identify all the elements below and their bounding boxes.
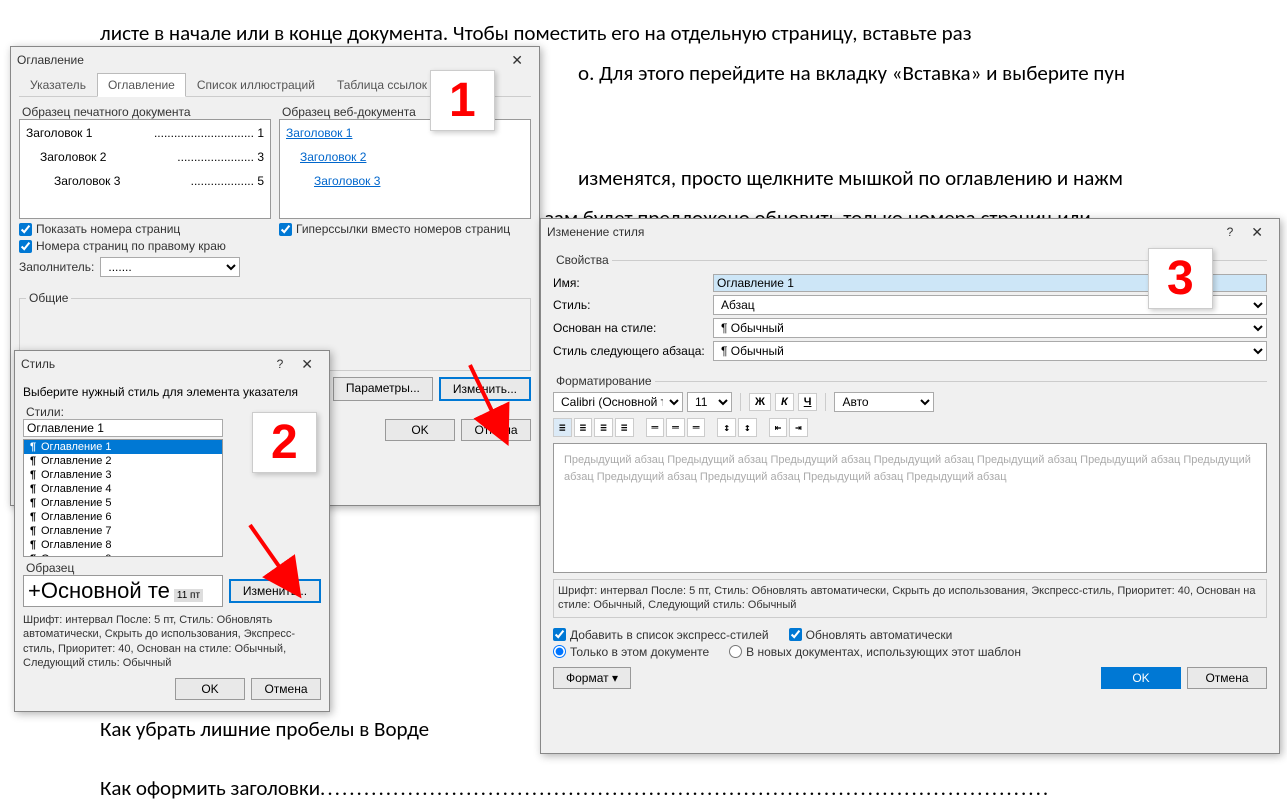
next-style-label: Стиль следующего абзаца: xyxy=(553,344,713,358)
space-before-dec-icon[interactable]: ↕ xyxy=(738,418,757,437)
style-type-label: Стиль: xyxy=(553,298,713,312)
chk-hyperlinks[interactable] xyxy=(279,223,292,236)
format-description: Шрифт: интервал После: 5 пт, Стиль: Обно… xyxy=(553,579,1267,618)
ok-button[interactable]: OK xyxy=(1101,667,1181,689)
print-preview: Заголовок 1.............................… xyxy=(19,119,271,219)
web-link: Заголовок 1 xyxy=(286,126,352,140)
align-center-icon[interactable]: ≡ xyxy=(574,418,593,437)
chk-quick-styles[interactable] xyxy=(553,628,566,641)
ok-button[interactable]: OK xyxy=(175,678,245,700)
radio-new-docs[interactable] xyxy=(729,645,742,658)
ok-button[interactable]: OK xyxy=(385,419,455,441)
based-on-select[interactable]: ¶ Обычный xyxy=(713,318,1267,338)
props-group: Свойства xyxy=(553,253,612,267)
align-left-icon[interactable]: ≡ xyxy=(553,418,572,437)
doc-line: изменятся, просто щелкните мышкой по огл… xyxy=(578,165,1123,191)
line-spacing-15-icon[interactable]: ═ xyxy=(666,418,685,437)
doc-line: листе в начале или в конце документа. Чт… xyxy=(100,20,972,46)
style-input[interactable] xyxy=(23,419,223,437)
filler-select[interactable]: ....... xyxy=(100,257,240,277)
marker-2: 2 xyxy=(252,412,317,473)
marker-1: 1 xyxy=(430,70,495,131)
close-icon[interactable]: ✕ xyxy=(501,52,533,69)
chk-auto-update-label: Обновлять автоматически xyxy=(806,628,953,642)
cancel-button[interactable]: Отмена xyxy=(1187,667,1267,689)
style-description: Шрифт: интервал После: 5 пт, Стиль: Обно… xyxy=(23,613,321,670)
size-select[interactable]: 11 xyxy=(687,392,732,412)
italic-button[interactable]: К xyxy=(775,393,794,411)
list-item[interactable]: ¶Оглавление 9 xyxy=(24,552,222,557)
list-item[interactable]: ¶Оглавление 2 xyxy=(24,454,222,468)
chk-show-pages[interactable] xyxy=(19,223,32,236)
radio-new-docs-label: В новых документах, использующих этот ша… xyxy=(746,645,1021,659)
list-item[interactable]: ¶Оглавление 1 xyxy=(24,440,222,454)
dialog-title: Изменение стиля xyxy=(547,225,644,239)
web-preview: Заголовок 1 Заголовок 2 Заголовок 3 xyxy=(279,119,531,219)
list-item[interactable]: ¶Оглавление 5 xyxy=(24,496,222,510)
close-icon[interactable]: ✕ xyxy=(291,356,323,373)
chk-hyperlinks-label: Гиперссылки вместо номеров страниц xyxy=(296,222,510,236)
arrow-icon xyxy=(240,520,310,598)
chk-right-align-label: Номера страниц по правому краю xyxy=(36,239,226,253)
radio-this-doc-label: Только в этом документе xyxy=(570,645,709,659)
space-before-inc-icon[interactable]: ↕ xyxy=(717,418,736,437)
align-justify-icon[interactable]: ≡ xyxy=(615,418,634,437)
list-item[interactable]: ¶Оглавление 3 xyxy=(24,468,222,482)
web-link: Заголовок 2 xyxy=(300,150,366,164)
title-bar: Стиль ? ✕ xyxy=(15,351,329,377)
align-right-icon[interactable]: ≡ xyxy=(594,418,613,437)
tab-index[interactable]: Указатель xyxy=(19,73,97,96)
chk-auto-update[interactable] xyxy=(789,628,802,641)
list-item[interactable]: ¶Оглавление 4 xyxy=(24,482,222,496)
format-button[interactable]: Формат ▾ xyxy=(553,667,631,689)
chk-show-pages-label: Показать номера страниц xyxy=(36,222,180,236)
tab-toc[interactable]: Оглавление xyxy=(97,73,186,97)
indent-dec-icon[interactable]: ⇤ xyxy=(769,418,788,437)
based-on-label: Основан на стиле: xyxy=(553,321,713,335)
color-select[interactable]: Авто xyxy=(834,392,934,412)
chk-right-align[interactable] xyxy=(19,240,32,253)
format-group: Форматирование xyxy=(553,374,655,388)
help-icon[interactable]: ? xyxy=(269,357,292,371)
doc-line: о. Для этого перейдите на вкладку «Встав… xyxy=(578,60,1125,86)
help-icon[interactable]: ? xyxy=(1219,225,1242,239)
list-item[interactable]: ¶Оглавление 6 xyxy=(24,510,222,524)
cancel-button[interactable]: Отмена xyxy=(251,678,321,700)
chk-quick-styles-label: Добавить в список экспресс-стилей xyxy=(570,628,769,642)
styles-listbox[interactable]: ¶Оглавление 1 ¶Оглавление 2 ¶Оглавление … xyxy=(23,439,223,557)
line-spacing-2-icon[interactable]: ═ xyxy=(687,418,706,437)
bold-button[interactable]: Ж xyxy=(749,393,771,411)
marker-3: 3 xyxy=(1148,248,1213,309)
doc-line: Как оформить заголовки..................… xyxy=(100,775,1050,801)
close-icon[interactable]: ✕ xyxy=(1241,224,1273,241)
doc-line: Как убрать лишние пробелы в Ворде xyxy=(100,716,429,742)
web-link: Заголовок 3 xyxy=(314,174,380,188)
arrow-icon xyxy=(460,360,520,443)
dialog-title: Оглавление xyxy=(17,53,84,67)
sample-preview: +Основной те 11 пт xyxy=(23,575,223,607)
indent-inc-icon[interactable]: ⇥ xyxy=(789,418,808,437)
list-item[interactable]: ¶Оглавление 8 xyxy=(24,538,222,552)
tab-links[interactable]: Таблица ссылок xyxy=(326,73,438,96)
next-style-select[interactable]: ¶ Обычный xyxy=(713,341,1267,361)
filler-label: Заполнитель: xyxy=(19,260,94,274)
font-select[interactable]: Calibri (Основной тек xyxy=(553,392,683,412)
params-button[interactable]: Параметры... xyxy=(333,377,433,401)
general-group: Общие xyxy=(26,291,71,305)
radio-this-doc[interactable] xyxy=(553,645,566,658)
title-bar: Изменение стиля ? ✕ xyxy=(541,219,1279,245)
line-spacing-1-icon[interactable]: ═ xyxy=(646,418,665,437)
print-preview-label: Образец печатного документа xyxy=(19,105,271,119)
underline-button[interactable]: Ч xyxy=(798,393,818,411)
instruction: Выберите нужный стиль для элемента указа… xyxy=(23,385,321,399)
name-label: Имя: xyxy=(553,276,713,290)
format-preview: Предыдущий абзац Предыдущий абзац Предыд… xyxy=(553,443,1267,573)
tab-illustrations[interactable]: Список иллюстраций xyxy=(186,73,326,96)
dialog-title: Стиль xyxy=(21,357,55,371)
list-item[interactable]: ¶Оглавление 7 xyxy=(24,524,222,538)
